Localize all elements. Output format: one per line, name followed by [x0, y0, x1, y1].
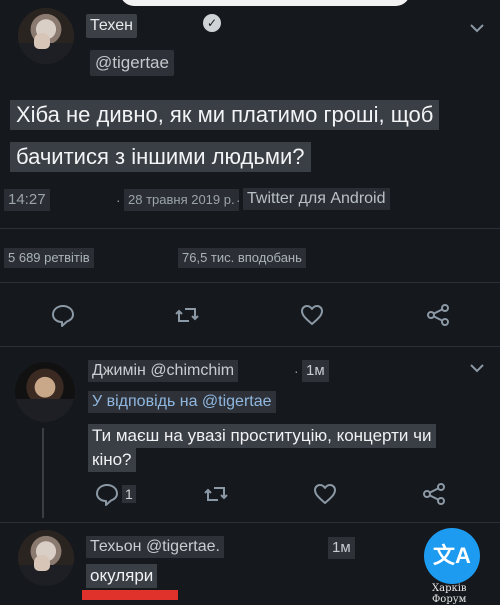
tweet-date: 28 травня 2019 р. [124, 189, 239, 211]
tweet-text-line-2: бачитися з іншими людьми? [10, 142, 311, 172]
watermark: Харків Форум [432, 583, 467, 605]
reply-icon[interactable] [94, 481, 120, 507]
retweet-icon[interactable] [174, 302, 200, 328]
reply-avatar[interactable] [18, 530, 74, 586]
meta-separator: · [294, 363, 299, 379]
reply-avatar[interactable] [15, 362, 75, 422]
red-highlight-bar [82, 590, 178, 600]
reply-author[interactable]: Техьон @tigertae. [86, 536, 224, 558]
heart-icon[interactable] [299, 302, 325, 328]
meta-separator: · [236, 192, 241, 208]
retweet-icon[interactable] [203, 481, 229, 507]
author-avatar[interactable] [18, 8, 74, 64]
reply-count: 1 [122, 485, 136, 503]
chevron-down-icon[interactable] [470, 20, 484, 38]
heart-icon[interactable] [312, 481, 338, 507]
avatar-hand [33, 554, 51, 572]
chevron-down-icon[interactable] [470, 360, 484, 378]
top-overlay [120, 0, 410, 6]
reply-icon[interactable] [50, 302, 76, 328]
retweet-count[interactable]: 5 689 ретвітів [4, 248, 94, 268]
reply-text-line-2: кіно? [88, 448, 136, 472]
tweet-text-line-1: Хіба не дивно, як ми платимо гроші, щоб [10, 100, 440, 130]
like-count[interactable]: 76,5 тис. вподобань [178, 248, 306, 268]
divider [0, 522, 500, 523]
thread-line [42, 428, 44, 518]
divider [0, 346, 500, 347]
share-icon[interactable] [425, 302, 451, 328]
reply-time: 1м [328, 537, 355, 559]
reply-text-line-1: окуляри [86, 564, 158, 588]
translate-icon[interactable]: 文A [424, 528, 480, 584]
reply-text-line-1: Ти маєш на увазі проституцію, концерти ч… [88, 424, 436, 448]
divider [0, 228, 500, 229]
reply-author[interactable]: Джимін @chimchim [88, 360, 239, 382]
tweet-source[interactable]: Twitter для Android [243, 188, 390, 210]
divider [0, 282, 500, 283]
avatar-shirt [15, 399, 75, 422]
reply-time: 1м [302, 360, 329, 382]
reply-to-link[interactable]: У відповідь на @tigertae [88, 391, 276, 413]
avatar-hand [33, 32, 51, 50]
author-handle[interactable]: @tigertae [90, 50, 174, 76]
author-name[interactable]: Техен [86, 14, 137, 38]
meta-separator: · [116, 192, 121, 208]
tweet-time: 14:27 [4, 189, 50, 211]
verified-icon: ✓ [203, 14, 221, 32]
share-icon[interactable] [421, 481, 447, 507]
